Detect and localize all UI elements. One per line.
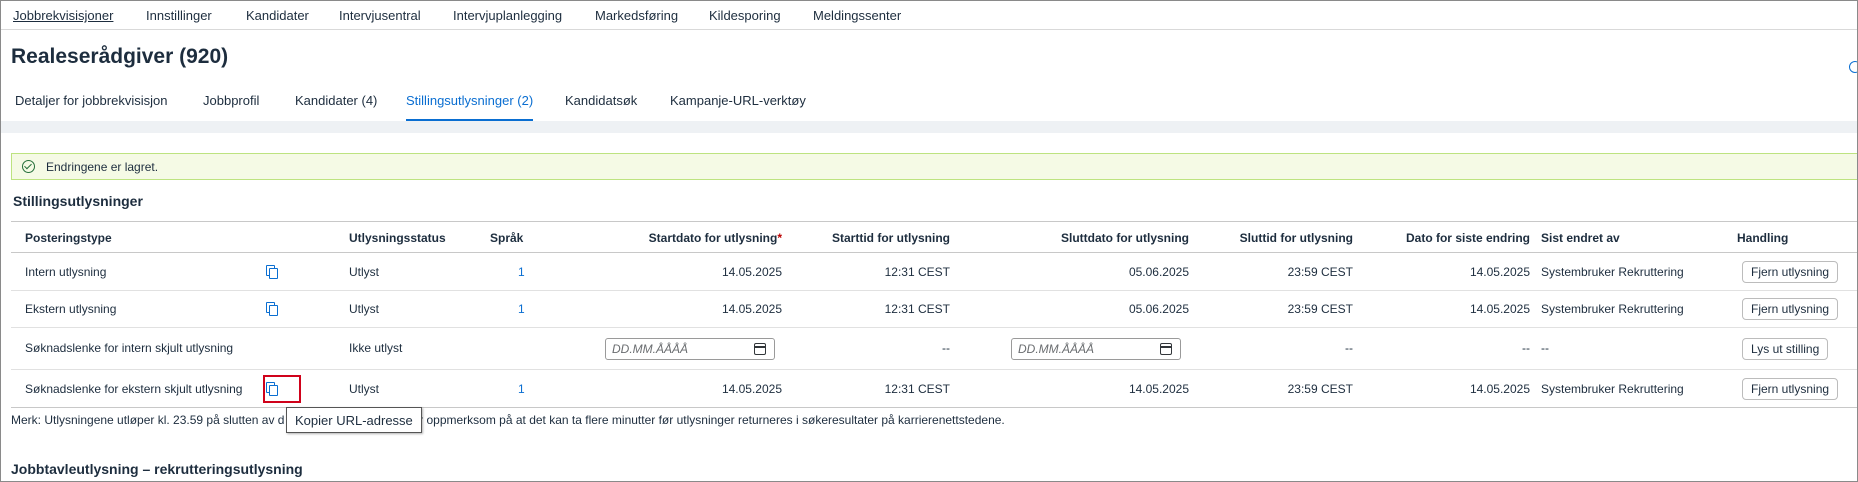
table-row: Søknadslenke for intern skjult utlysning… bbox=[11, 328, 1857, 370]
tab-detaljer[interactable]: Detaljer for jobbrekvisisjon bbox=[15, 93, 167, 121]
copy-icon[interactable] bbox=[266, 265, 278, 279]
tab-kampanje-url[interactable]: Kampanje-URL-verktøy bbox=[670, 93, 806, 121]
cell-start-date: 14.05.2025 bbox=[721, 382, 782, 396]
cell-end-date: 05.06.2025 bbox=[1128, 265, 1189, 279]
header-start-time: Starttid for utlysning bbox=[832, 231, 950, 245]
cell-type: Søknadslenke for ekstern skjult utlysnin… bbox=[25, 382, 243, 396]
calendar-icon[interactable] bbox=[754, 343, 766, 355]
cell-end-time: 23:59 CEST bbox=[1287, 302, 1353, 316]
cell-end-time: 23:59 CEST bbox=[1287, 265, 1353, 279]
check-circle-icon bbox=[22, 160, 35, 173]
cell-type: Ekstern utlysning bbox=[25, 302, 117, 316]
cell-last-change: 14.05.2025 bbox=[1469, 265, 1530, 279]
cell-end-time: -- bbox=[1345, 341, 1353, 355]
note-text: Merk: Utlysningene utløper kl. 23.59 på … bbox=[11, 413, 1005, 427]
cell-start-time: -- bbox=[942, 341, 950, 355]
section-title-jobboard: Jobbtavleutlysning – rekrutteringsutlysn… bbox=[11, 461, 303, 477]
copy-icon[interactable] bbox=[266, 302, 278, 316]
cell-last-change: 14.05.2025 bbox=[1469, 382, 1530, 396]
tooltip-text: Kopier URL-adresse bbox=[295, 413, 413, 428]
end-date-input[interactable] bbox=[1018, 342, 1148, 356]
cell-end-time: 23:59 CEST bbox=[1287, 382, 1353, 396]
header-changed-by: Sist endret av bbox=[1541, 231, 1620, 245]
header-end-time: Sluttid for utlysning bbox=[1239, 231, 1353, 245]
cell-start-time: 12:31 CEST bbox=[884, 265, 950, 279]
cell-start-date: 14.05.2025 bbox=[721, 302, 782, 316]
highlight-box bbox=[263, 375, 301, 403]
table-row: Intern utlysning Utlyst 1 14.05.2025 12:… bbox=[11, 254, 1857, 291]
end-date-picker[interactable] bbox=[1011, 338, 1181, 360]
language-link[interactable]: 1 bbox=[518, 382, 525, 396]
cell-status: Utlyst bbox=[349, 382, 379, 396]
nav-jobbrekvisisjoner[interactable]: Jobbrekvisisjoner bbox=[13, 8, 113, 23]
start-date-picker[interactable] bbox=[605, 338, 775, 360]
cell-start-date: 14.05.2025 bbox=[721, 265, 782, 279]
header-status: Utlysningsstatus bbox=[349, 231, 446, 245]
required-marker: * bbox=[777, 231, 782, 245]
cell-start-time: 12:31 CEST bbox=[884, 302, 950, 316]
info-icon[interactable] bbox=[1849, 61, 1857, 73]
nav-kandidater[interactable]: Kandidater bbox=[246, 8, 309, 23]
cell-type: Intern utlysning bbox=[25, 265, 107, 279]
page-title: Realeserådgiver (920) bbox=[11, 45, 229, 68]
tab-stillingsutlysninger[interactable]: Stillingsutlysninger (2) bbox=[406, 93, 534, 121]
nav-innstillinger[interactable]: Innstillinger bbox=[146, 8, 212, 23]
app-frame: Jobbrekvisisjoner Innstillinger Kandidat… bbox=[0, 0, 1858, 482]
cell-changed-by: Systembruker Rekruttering bbox=[1541, 302, 1684, 316]
nav-markedsforing[interactable]: Markedsføring bbox=[595, 8, 678, 23]
table-row: Ekstern utlysning Utlyst 1 14.05.2025 12… bbox=[11, 291, 1857, 328]
success-message-strip: Endringene er lagret. bbox=[11, 153, 1857, 180]
start-date-input[interactable] bbox=[612, 342, 742, 356]
nav-kildesporing[interactable]: Kildesporing bbox=[709, 8, 781, 23]
tab-kandidatsok[interactable]: Kandidatsøk bbox=[565, 93, 637, 121]
nav-intervjuplanlegging[interactable]: Intervjuplanlegging bbox=[453, 8, 562, 23]
header-last-change: Dato for siste endring bbox=[1405, 231, 1530, 245]
language-link[interactable]: 1 bbox=[518, 302, 525, 316]
success-message-text: Endringene er lagret. bbox=[46, 160, 159, 174]
header-type: Posteringstype bbox=[25, 231, 112, 245]
table-header: Posteringstype Utlysningsstatus Språk St… bbox=[11, 222, 1857, 253]
cell-last-change: -- bbox=[1522, 341, 1530, 355]
cell-status: Utlyst bbox=[349, 265, 379, 279]
cell-changed-by: -- bbox=[1541, 341, 1549, 355]
cell-start-time: 12:31 CEST bbox=[884, 382, 950, 396]
tab-kandidater[interactable]: Kandidater (4) bbox=[295, 93, 377, 121]
cell-last-change: 14.05.2025 bbox=[1469, 302, 1530, 316]
tab-jobbprofil[interactable]: Jobbprofil bbox=[203, 93, 259, 121]
cell-status: Utlyst bbox=[349, 302, 379, 316]
header-end-date: Sluttdato for utlysning bbox=[1061, 231, 1189, 245]
cell-status: Ikke utlyst bbox=[349, 341, 403, 355]
top-navigation: Jobbrekvisisjoner Innstillinger Kandidat… bbox=[1, 1, 1857, 30]
header-language: Språk bbox=[490, 231, 524, 245]
nav-intervjusentral[interactable]: Intervjusentral bbox=[339, 8, 421, 23]
header-start-date: Startdato for utlysning* bbox=[648, 231, 782, 245]
calendar-icon[interactable] bbox=[1160, 343, 1172, 355]
language-link[interactable]: 1 bbox=[518, 265, 525, 279]
publish-posting-button[interactable]: Lys ut stilling bbox=[1742, 338, 1829, 360]
cell-changed-by: Systembruker Rekruttering bbox=[1541, 382, 1684, 396]
tooltip: Kopier URL-adresse bbox=[286, 407, 422, 433]
nav-meldingssenter[interactable]: Meldingssenter bbox=[813, 8, 901, 23]
header-action: Handling bbox=[1737, 231, 1789, 245]
cell-changed-by: Systembruker Rekruttering bbox=[1541, 265, 1684, 279]
cell-end-date: 05.06.2025 bbox=[1128, 302, 1189, 316]
remove-posting-button[interactable]: Fjern utlysning bbox=[1742, 378, 1839, 400]
remove-posting-button[interactable]: Fjern utlysning bbox=[1742, 261, 1839, 283]
remove-posting-button[interactable]: Fjern utlysning bbox=[1742, 298, 1839, 320]
postings-table: Posteringstype Utlysningsstatus Språk St… bbox=[11, 221, 1857, 408]
tab-divider bbox=[1, 121, 1857, 133]
section-title: Stillingsutlysninger bbox=[13, 193, 143, 209]
cell-end-date: 14.05.2025 bbox=[1128, 382, 1189, 396]
tab-bar: Detaljer for jobbrekvisisjon Jobbprofil … bbox=[1, 87, 1857, 121]
cell-type: Søknadslenke for intern skjult utlysning bbox=[25, 341, 234, 355]
